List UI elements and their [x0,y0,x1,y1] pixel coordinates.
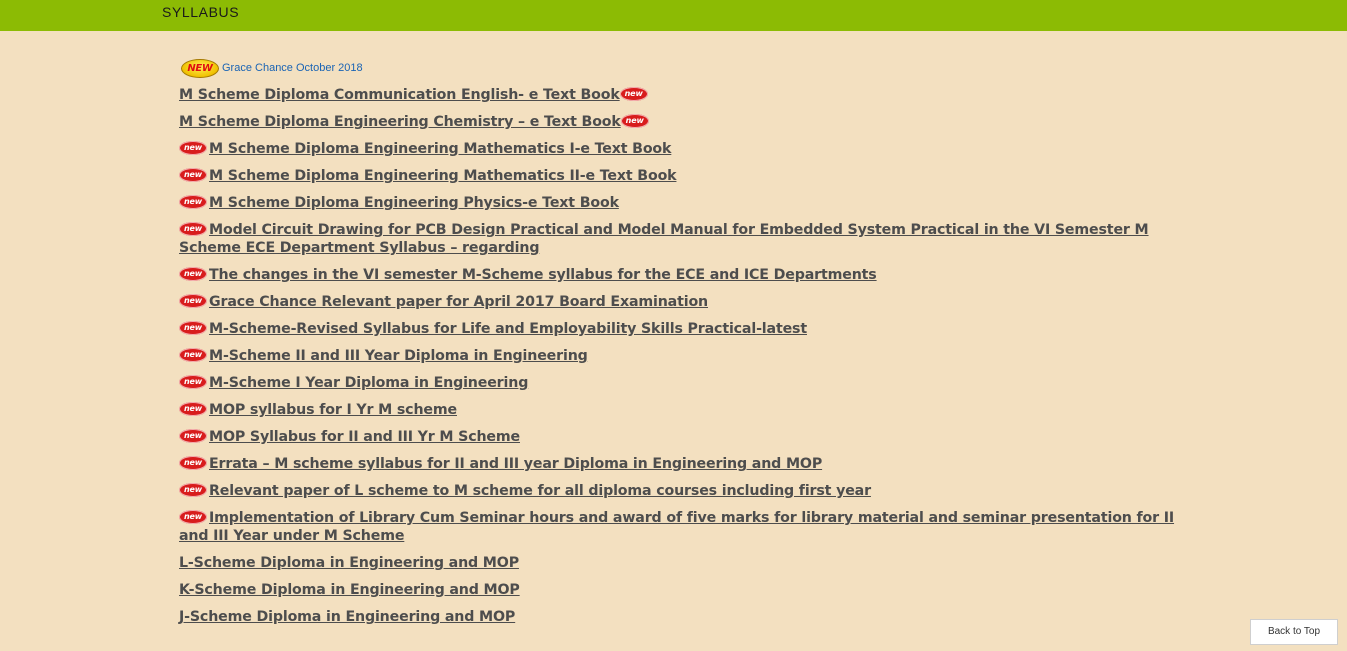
syllabus-item: new M Scheme Diploma Engineering Mathemat… [179,140,1179,158]
syllabus-item: J-Scheme Diploma in Engineering and MOP [179,608,1179,626]
new-badge-icon: new [179,141,207,155]
syllabus-link[interactable]: M Scheme Diploma Communication English- … [179,87,620,103]
back-to-top-button[interactable]: Back to Top [1250,619,1338,645]
syllabus-items: M Scheme Diploma Communication English- … [179,86,1179,626]
syllabus-link[interactable]: M-Scheme-Revised Syllabus for Life and E… [209,321,807,337]
syllabus-link[interactable]: M Scheme Diploma Engineering Mathematics… [209,141,671,157]
new-badge-icon: new [179,294,207,308]
syllabus-item: M Scheme Diploma Engineering Chemistry –… [179,113,1179,131]
new-badge-icon: new [179,375,207,389]
syllabus-link[interactable]: M-Scheme II and III Year Diploma in Engi… [209,348,588,364]
syllabus-item: new The changes in the VI semester M-Sche… [179,266,1179,284]
new-badge-icon: new [179,402,207,416]
new-badge-icon: new [179,222,207,236]
top-bar: SYLLABUS [0,0,1347,31]
syllabus-item: new M-Scheme II and III Year Diploma in E… [179,347,1179,365]
syllabus-link[interactable]: M Scheme Diploma Engineering Physics-e T… [209,195,619,211]
syllabus-link[interactable]: M-Scheme I Year Diploma in Engineering [209,375,528,391]
syllabus-link[interactable]: Errata – M scheme syllabus for II and II… [209,456,822,472]
new-badge-icon: new [620,114,649,128]
syllabus-list: NEW Grace Chance October 2018 M Scheme D… [179,56,1179,635]
syllabus-link[interactable]: Model Circuit Drawing for PCB Design Pra… [179,222,1149,256]
syllabus-item: new Errata – M scheme syllabus for II and… [179,455,1179,473]
syllabus-link[interactable]: The changes in the VI semester M-Scheme … [209,267,877,283]
syllabus-item: L-Scheme Diploma in Engineering and MOP [179,554,1179,572]
grace-chance-row: NEW Grace Chance October 2018 [179,56,1179,80]
grace-chance-link[interactable]: Grace Chance October 2018 [222,62,363,74]
syllabus-link[interactable]: J-Scheme Diploma in Engineering and MOP [179,609,515,625]
syllabus-link[interactable]: MOP Syllabus for II and III Yr M Scheme [209,429,520,445]
syllabus-link[interactable]: M Scheme Diploma Engineering Chemistry –… [179,114,621,130]
syllabus-item: K-Scheme Diploma in Engineering and MOP [179,581,1179,599]
syllabus-item: new MOP syllabus for I Yr M scheme [179,401,1179,419]
new-badge-icon: new [179,348,207,362]
new-badge-icon: new [619,87,648,101]
new-badge-icon: NEW [181,58,219,78]
new-badge-icon: new [179,483,207,497]
new-badge-icon: new [179,510,207,524]
new-badge-icon: new [179,168,207,182]
syllabus-link[interactable]: L-Scheme Diploma in Engineering and MOP [179,555,519,571]
syllabus-item: M Scheme Diploma Communication English- … [179,86,1179,104]
new-badge-icon: new [179,456,207,470]
syllabus-link[interactable]: MOP syllabus for I Yr M scheme [209,402,457,418]
new-badge-icon: new [179,267,207,281]
syllabus-link[interactable]: Grace Chance Relevant paper for April 20… [209,294,708,310]
syllabus-link[interactable]: M Scheme Diploma Engineering Mathematics… [209,168,677,184]
new-badge-icon: new [179,195,207,209]
syllabus-link[interactable]: Relevant paper of L scheme to M scheme f… [209,483,871,499]
syllabus-item: new Relevant paper of L scheme to M schem… [179,482,1179,500]
new-badge-icon: new [179,321,207,335]
syllabus-item: new M Scheme Diploma Engineering Physics-… [179,194,1179,212]
syllabus-item: new M-Scheme I Year Diploma in Engineerin… [179,374,1179,392]
page-title: SYLLABUS [162,4,240,20]
syllabus-item: new MOP Syllabus for II and III Yr M Sche… [179,428,1179,446]
syllabus-item: new Implementation of Library Cum Seminar… [179,509,1179,545]
syllabus-link[interactable]: Implementation of Library Cum Seminar ho… [179,510,1174,544]
syllabus-item: new Grace Chance Relevant paper for April… [179,293,1179,311]
syllabus-item: new M Scheme Diploma Engineering Mathemat… [179,167,1179,185]
syllabus-link[interactable]: K-Scheme Diploma in Engineering and MOP [179,582,520,598]
syllabus-item: new Model Circuit Drawing for PCB Design … [179,221,1179,257]
new-badge-icon: new [179,429,207,443]
syllabus-item: new M-Scheme-Revised Syllabus for Life an… [179,320,1179,338]
